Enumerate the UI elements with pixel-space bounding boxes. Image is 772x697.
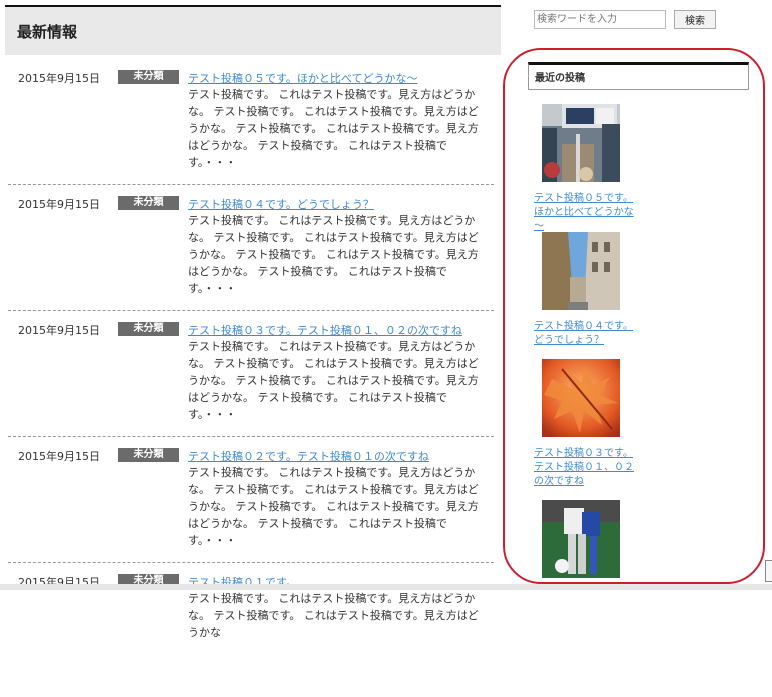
- recent-post-link[interactable]: テスト投稿０５です。ほかと比べてどうかな～: [534, 192, 642, 234]
- recent-post-link[interactable]: テスト投稿０４です。どうでしょう？: [534, 320, 642, 348]
- post-excerpt: テスト投稿です。 これはテスト投稿です。見え方はどうかな。 テスト投稿です。 こ…: [188, 340, 479, 421]
- post-excerpt: テスト投稿です。 これはテスト投稿です。見え方はどうかな。 テスト投稿です。 こ…: [188, 88, 479, 169]
- post-excerpt: テスト投稿です。 これはテスト投稿です。見え方はどうかな。 テスト投稿です。 こ…: [188, 466, 479, 547]
- post-title-link[interactable]: テスト投稿０３です。テスト投稿０１、０２の次ですね: [188, 322, 462, 338]
- search-input[interactable]: [534, 10, 666, 29]
- autumn-leaves-photo[interactable]: [542, 359, 620, 437]
- category-badge[interactable]: 未分類: [118, 448, 179, 462]
- post-title-link[interactable]: テスト投稿０５です。ほかと比べてどうかな～: [188, 70, 417, 86]
- soccer-player-photo[interactable]: [542, 500, 620, 578]
- post-date: 2015年9月15日: [18, 450, 100, 463]
- post-date: 2015年9月15日: [18, 198, 100, 211]
- recent-post-link[interactable]: テスト投稿０３です。テスト投稿０１、０２の次ですね: [534, 447, 642, 489]
- post-title-link[interactable]: テスト投稿０４です。どうでしょう？: [188, 196, 374, 212]
- main-content: 最新情報: [5, 5, 501, 55]
- search-button[interactable]: 検索: [674, 10, 716, 29]
- scroll-corner-tab[interactable]: [765, 560, 772, 582]
- post-item: 2015年9月15日 未分類 テスト投稿０３です。テスト投稿０１、０２の次ですね…: [8, 320, 494, 437]
- post-date: 2015年9月15日: [18, 324, 100, 337]
- recent-posts-heading: 最近の投稿: [528, 62, 749, 90]
- page-title: 最新情報: [5, 5, 501, 55]
- horizontal-scrollbar[interactable]: [0, 584, 772, 590]
- category-badge[interactable]: 未分類: [118, 70, 179, 84]
- search-form: 検索: [534, 10, 716, 29]
- post-item: 2015年9月15日 未分類 テスト投稿０４です。どうでしょう？ テスト投稿です…: [8, 194, 494, 311]
- category-badge[interactable]: 未分類: [118, 196, 179, 210]
- post-excerpt: テスト投稿です。 これはテスト投稿です。見え方はどうかな。 テスト投稿です。 こ…: [188, 592, 479, 639]
- city-street-photo[interactable]: [542, 232, 620, 310]
- category-badge[interactable]: 未分類: [118, 322, 179, 336]
- post-item: 2015年9月15日 未分類 テスト投稿０５です。ほかと比べてどうかな～ テスト…: [8, 68, 494, 185]
- post-excerpt: テスト投稿です。 これはテスト投稿です。見え方はどうかな。 テスト投稿です。 こ…: [188, 214, 479, 295]
- street-sign-photo[interactable]: [542, 104, 620, 182]
- post-item: 2015年9月15日 未分類 テスト投稿０２です。テスト投稿０１の次ですね テス…: [8, 446, 494, 563]
- post-title-link[interactable]: テスト投稿０２です。テスト投稿０１の次ですね: [188, 448, 429, 464]
- post-list: 2015年9月15日 未分類 テスト投稿０５です。ほかと比べてどうかな～ テスト…: [8, 68, 494, 697]
- post-date: 2015年9月15日: [18, 72, 100, 85]
